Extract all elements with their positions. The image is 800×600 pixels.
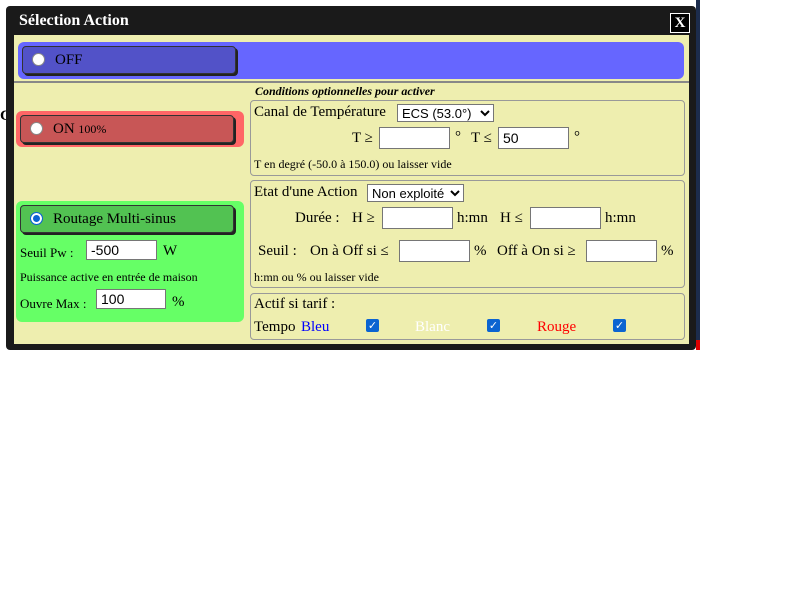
temperature-group: Canal de Température ECS (53.0°) T ≥ ° T… — [250, 100, 685, 176]
t-le-input[interactable] — [498, 127, 569, 149]
off-on-input[interactable] — [586, 240, 657, 262]
multisinus-mode-button[interactable]: Routage Multi-sinus — [20, 205, 234, 233]
action-state-group: Etat d'une Action Non exploité Durée : H… — [250, 180, 685, 288]
dialog-title: Sélection Action — [19, 12, 129, 29]
t-le-label: T ≤ — [471, 130, 492, 146]
t-ge-input[interactable] — [379, 127, 450, 149]
background-page-edge-red — [696, 340, 700, 350]
divider — [14, 81, 689, 83]
seuil-pw-label: Seuil Pw : — [20, 245, 74, 260]
t-le-degree: ° — [574, 129, 580, 145]
rouge-checkbox[interactable]: ✓ — [613, 319, 626, 332]
h-le-unit: h:mn — [605, 210, 636, 226]
bleu-checkbox[interactable]: ✓ — [366, 319, 379, 332]
actif-tarif-label: Actif si tarif : — [254, 296, 336, 312]
multisinus-mode-area: Routage Multi-sinus Seuil Pw : W Puissan… — [16, 201, 244, 322]
h-le-label: H ≤ — [500, 210, 523, 226]
ouvre-max-label: Ouvre Max : — [20, 296, 87, 311]
off-on-unit: % — [661, 243, 674, 259]
canal-temperature-label: Canal de Température — [254, 104, 386, 120]
t-ge-degree: ° — [455, 129, 461, 145]
tempo-label: Tempo — [254, 319, 296, 335]
dialog-content: OFF Conditions optionnelles pour activer… — [14, 35, 689, 344]
puissance-hint: Puissance active en entrée de maison — [20, 270, 198, 284]
h-le-input[interactable] — [530, 207, 601, 229]
seuil-pw-unit: W — [163, 243, 178, 259]
on-mode-button[interactable]: ON 100% — [20, 115, 234, 143]
tarif-group: Actif si tarif : Tempo Bleu ✓ Blanc ✓ Ro… — [250, 293, 685, 340]
action-hint: h:mn ou % ou laisser vide — [254, 270, 379, 284]
h-ge-input[interactable] — [382, 207, 453, 229]
conditions-title: Conditions optionnelles pour activer — [255, 84, 435, 98]
temperature-hint: T en degré (-50.0 à 150.0) ou laisser vi… — [254, 157, 452, 171]
dialog-titlebar[interactable]: Sélection Action X — [6, 6, 696, 36]
on-label: ON 100% — [53, 121, 107, 137]
on-percent: 100% — [78, 122, 107, 136]
selection-action-dialog: Sélection Action X OFF Conditions option… — [6, 6, 696, 350]
on-off-input[interactable] — [399, 240, 470, 262]
blanc-label: Blanc — [415, 319, 450, 335]
duree-label: Durée : — [295, 210, 340, 226]
off-label: OFF — [55, 52, 83, 68]
bleu-label: Bleu — [301, 319, 330, 335]
rouge-label: Rouge — [537, 319, 577, 335]
ouvre-max-input[interactable] — [96, 289, 166, 309]
on-off-unit: % — [474, 243, 487, 259]
on-mode-area: ON 100% — [16, 111, 244, 147]
off-radio[interactable] — [32, 53, 45, 66]
seuil-action-label: Seuil : — [258, 243, 297, 259]
close-button[interactable]: X — [670, 13, 690, 33]
off-mode-button[interactable]: OFF — [22, 46, 236, 74]
etat-action-label: Etat d'une Action — [254, 184, 358, 200]
multisinus-radio[interactable] — [30, 212, 43, 225]
on-off-label: On à Off si ≤ — [310, 243, 389, 259]
ouvre-max-unit: % — [172, 294, 185, 310]
multisinus-label: Routage Multi-sinus — [53, 211, 176, 227]
seuil-pw-input[interactable] — [86, 240, 157, 260]
h-ge-label: H ≥ — [352, 210, 375, 226]
h-ge-unit: h:mn — [457, 210, 488, 226]
t-ge-label: T ≥ — [352, 130, 373, 146]
background-page-edge — [696, 0, 700, 350]
canal-temperature-select[interactable]: ECS (53.0°) — [397, 104, 494, 122]
etat-action-select[interactable]: Non exploité — [367, 184, 464, 202]
off-on-label: Off à On si ≥ — [497, 243, 576, 259]
blanc-checkbox[interactable]: ✓ — [487, 319, 500, 332]
off-mode-area: OFF — [18, 42, 684, 79]
on-radio[interactable] — [30, 122, 43, 135]
